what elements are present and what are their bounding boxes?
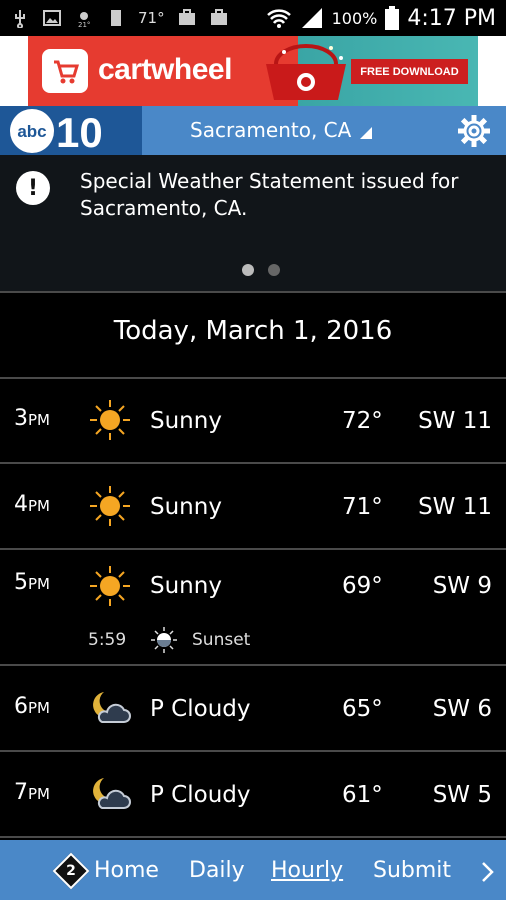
gear-icon[interactable] [455,112,493,150]
image-icon [43,10,61,26]
cartwheel-logo-icon [42,49,88,93]
abc10-logo-icon: abc 10 [10,109,103,155]
temperature: 71° [342,494,383,520]
abc10-logo[interactable]: abc 10 [0,106,142,155]
briefcase-upload-icon [210,9,227,25]
wind: SW 11 [418,408,492,434]
battery-icon [385,6,400,30]
condition: Sunny [150,494,222,520]
basket-icon [266,44,346,100]
ad-content[interactable]: cartwheel FREE DOWNLOAD [28,36,478,106]
nav-home[interactable]: Home [94,858,159,883]
condition: P Cloudy [150,782,251,808]
divider [0,462,506,464]
hour-label: 6PM [14,694,50,719]
divider [0,750,506,752]
condition: Sunny [150,408,222,434]
hour-label: 5PM [14,570,50,595]
hour-label: 4PM [14,492,50,517]
alert-exclamation-icon: ! [16,171,50,205]
location-label: Sacramento, CA [190,118,352,142]
hour-label: 3PM [14,406,50,431]
condition: P Cloudy [150,696,251,722]
sunset-time: 5:59 [88,630,127,650]
moon-cloud-icon [93,692,131,723]
hour-label: 7PM [14,780,50,805]
wind: SW 5 [432,782,492,808]
sun-icon [90,400,130,440]
location-selector[interactable]: Sacramento, CA [190,118,372,142]
status-right: 100% 4:17 PM [266,4,496,32]
nav-hourly[interactable]: Hourly [271,858,343,883]
usb-icon [15,10,25,28]
svg-text:21°: 21° [78,21,90,28]
divider [0,291,506,293]
sun-icon [90,486,130,526]
briefcase-check-icon [178,9,195,25]
sun-icon [90,566,130,606]
svg-text:abc: abc [17,122,46,141]
status-bar: 21° 71° 100% 4:17 PM [0,0,506,36]
condition: Sunny [150,573,222,599]
temperature: 72° [342,408,383,434]
status-temp: 71° [138,9,165,27]
wind: SW 11 [418,494,492,520]
temperature: 69° [342,573,383,599]
sd-icon [111,10,121,26]
temperature: 65° [342,696,383,722]
free-download-button[interactable]: FREE DOWNLOAD [351,59,468,84]
divider [0,548,506,550]
pager-dot-active[interactable] [242,264,254,276]
svg-text:10: 10 [56,109,103,155]
nav-submit[interactable]: Submit [373,858,451,883]
wind: SW 6 [432,696,492,722]
clock: 4:17 PM [407,5,496,31]
sunset-icon [151,627,177,653]
ad-banner[interactable]: cartwheel FREE DOWNLOAD [0,36,506,106]
divider [0,664,506,666]
alert-text[interactable]: Special Weather Statement issued for Sac… [80,168,490,222]
date-heading: Today, March 1, 2016 [113,316,393,346]
wind: SW 9 [432,573,492,599]
signal-icon [301,8,322,28]
battery-percent: 100% [331,8,378,28]
moon-cloud-icon [93,778,131,809]
temperature: 61° [342,782,383,808]
divider [0,377,506,379]
app-header: abc 10 Sacramento, CA [0,106,506,155]
wifi-icon [266,9,291,28]
chevron-right-icon[interactable] [480,860,496,884]
divider [0,836,506,838]
weather-small-icon: 21° [78,12,90,28]
pager-dot[interactable] [268,264,280,276]
notification-count: 2 [66,863,76,879]
status-left-icons: 21° 71° [10,6,229,30]
ad-brand: cartwheel [98,53,232,86]
dropdown-triangle-icon [359,127,372,139]
sunset-label: Sunset [192,630,251,650]
nav-daily[interactable]: Daily [189,858,245,883]
